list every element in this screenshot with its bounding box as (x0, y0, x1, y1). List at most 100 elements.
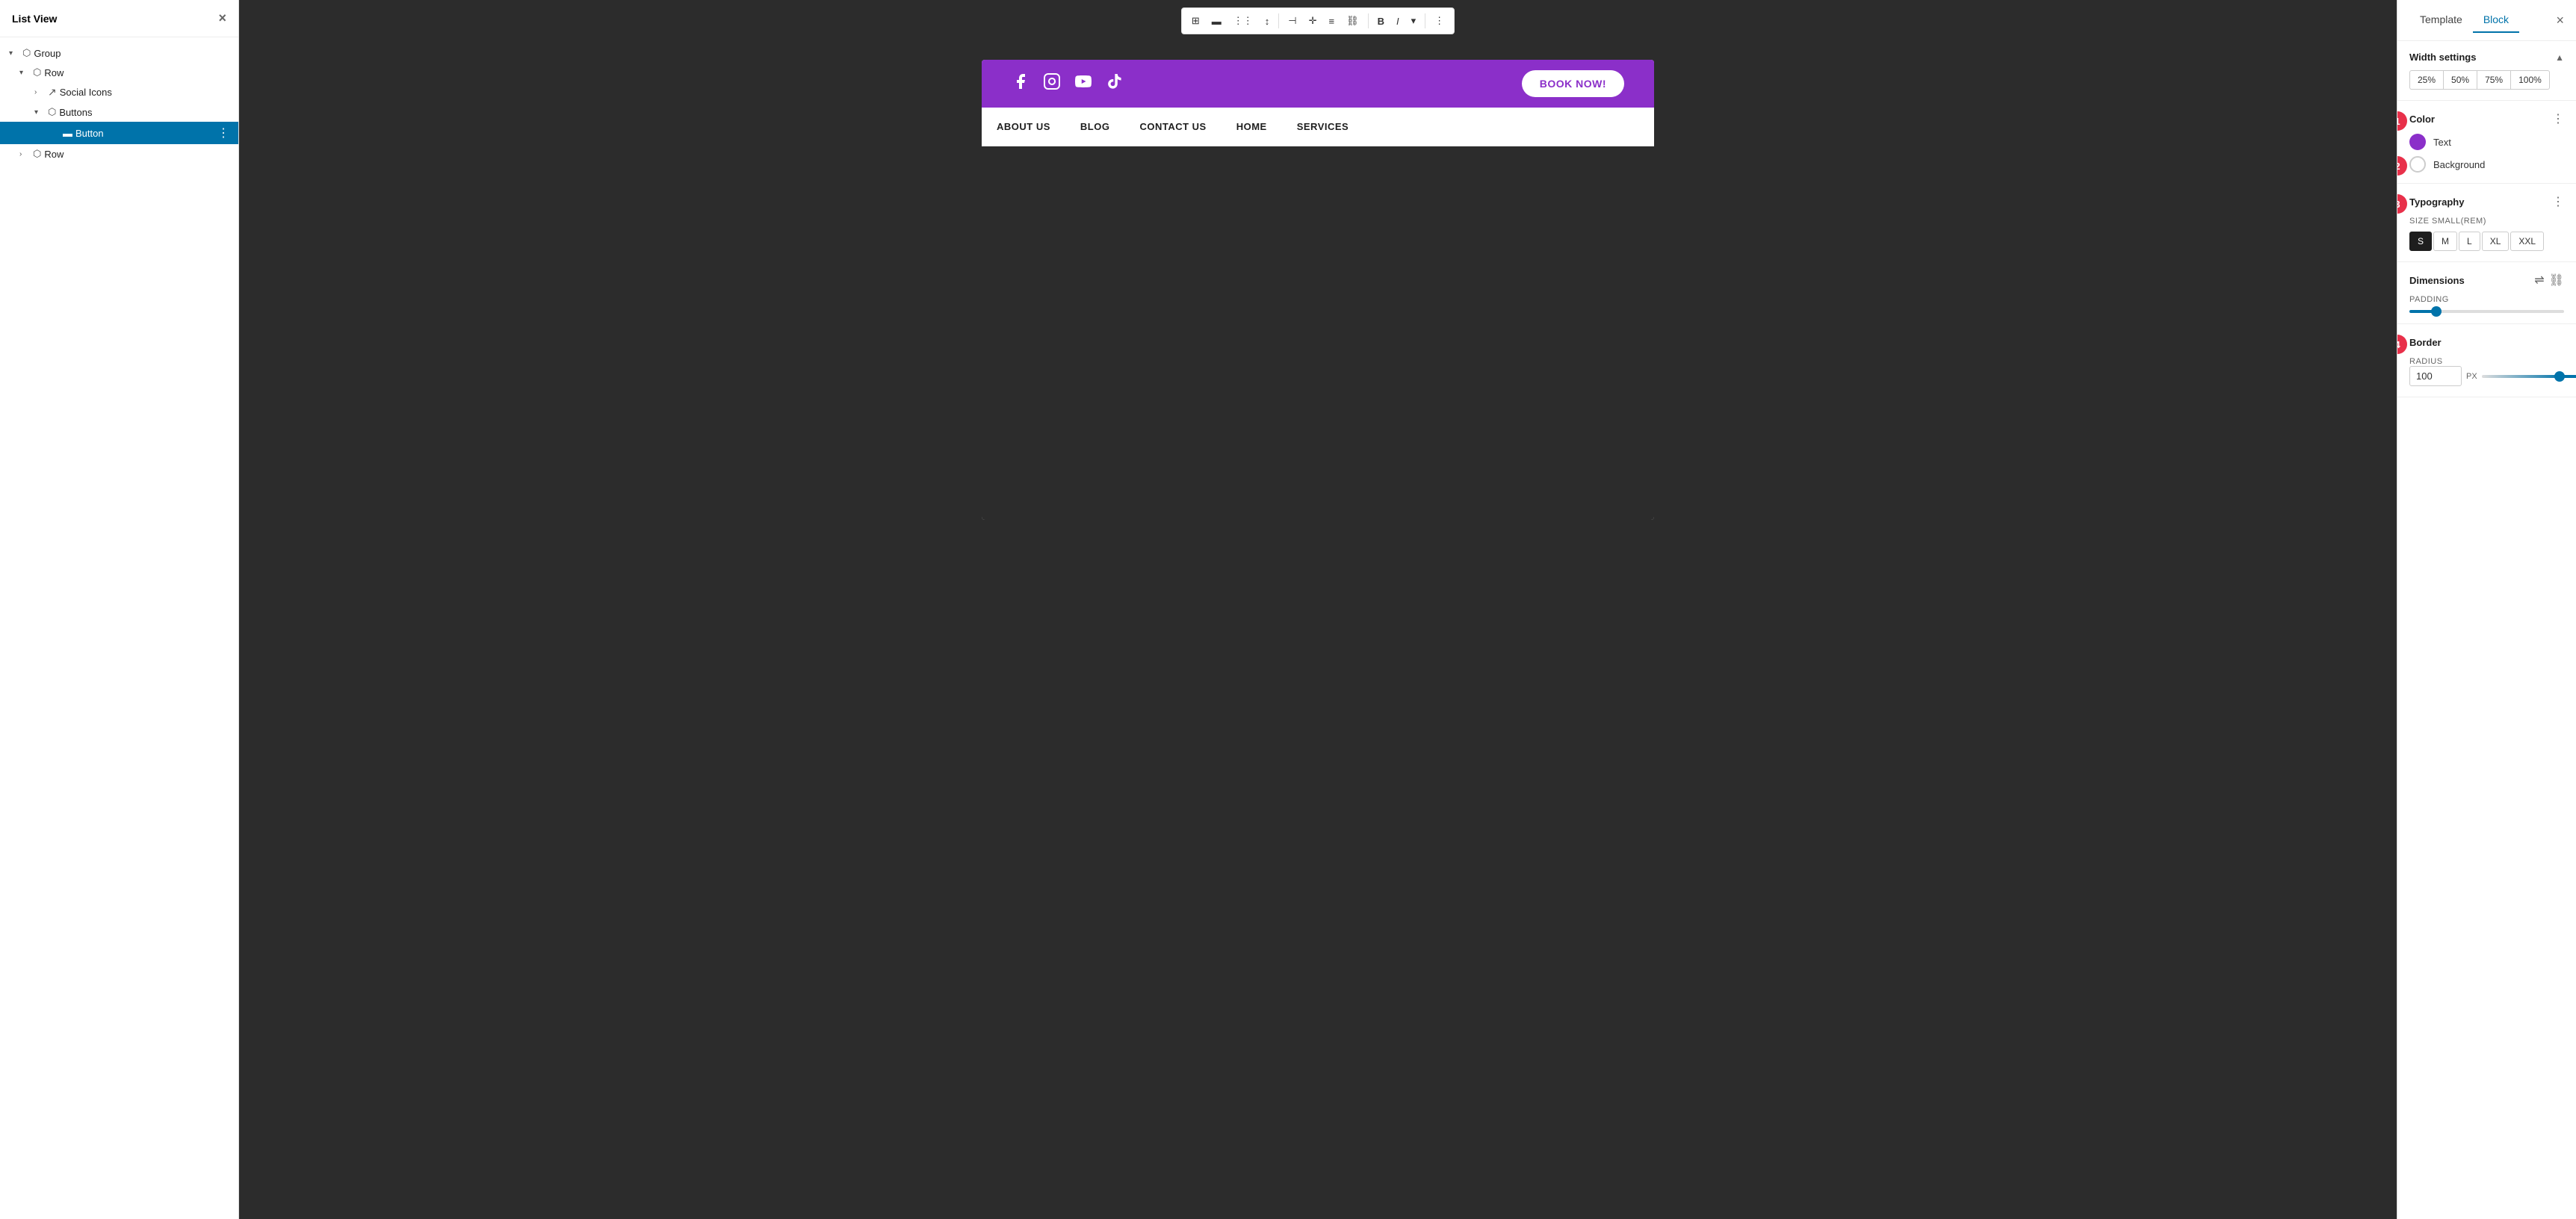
padding-slider-row (2409, 310, 2564, 313)
transform-btn[interactable]: ⊞ (1186, 11, 1205, 31)
row1-label: Row (44, 67, 229, 78)
align-center-btn[interactable]: ✛ (1304, 11, 1322, 31)
tree-item-row1[interactable]: ▾ ⬡ Row (0, 63, 238, 82)
width-buttons: 25% 50% 75% 100% (2409, 70, 2564, 90)
expand-group-arrow[interactable]: ▾ (9, 49, 19, 58)
width-50-btn[interactable]: 50% (2443, 70, 2477, 90)
tree-view: ▾ ⬡ Group ▾ ⬡ Row › ↗ Social Icons ▾ ⬡ B… (0, 37, 238, 1219)
text-edit-btn[interactable]: ▬ (1207, 12, 1227, 31)
tiktok-icon[interactable] (1106, 72, 1124, 95)
expand-row1-arrow[interactable]: ▾ (19, 69, 30, 77)
tab-block[interactable]: Block (2473, 7, 2519, 33)
width-settings-chevron[interactable]: ▲ (2555, 52, 2564, 63)
left-panel: List View × ▾ ⬡ Group ▾ ⬡ Row › ↗ Social… (0, 0, 239, 1219)
width-settings-section: Width settings ▲ 25% 50% 75% 100% (2397, 41, 2576, 101)
drag-btn[interactable]: ⋮⋮ (1228, 11, 1258, 31)
social-icons-label: Social Icons (60, 87, 229, 98)
tree-item-group[interactable]: ▾ ⬡ Group (0, 43, 238, 63)
dimensions-title: Dimensions (2409, 275, 2465, 286)
text-align-btn[interactable]: ≡ (1323, 12, 1340, 31)
size-options: S M L XL XXL (2409, 232, 2564, 251)
list-view-header: List View × (0, 0, 238, 37)
button-icon: ▬ (63, 128, 72, 139)
width-75-btn[interactable]: 75% (2477, 70, 2510, 90)
nav-services[interactable]: SERVICES (1297, 121, 1349, 132)
canvas-area: ⊞ ▬ ⋮⋮ ↕ ⊣ ✛ ≡ ⛓ B I ▾ ⋮ (239, 0, 2397, 1219)
typography-header: Typography ⋮ (2409, 194, 2564, 209)
instagram-icon[interactable] (1043, 72, 1061, 95)
buttons-icon: ⬡ (48, 106, 56, 118)
preview-frame: BOOK NOW! ABOUT US BLOG CONTACT US HOME … (982, 60, 1654, 520)
color-section-header: Color ⋮ (2409, 111, 2564, 126)
typography-menu-btn[interactable]: ⋮ (2552, 194, 2564, 209)
width-100-btn[interactable]: 100% (2510, 70, 2550, 90)
typography-section-wrap: 3 Typography ⋮ SIZE SMALL(REM) S M L XL … (2397, 184, 2576, 262)
tab-template[interactable]: Template (2409, 7, 2473, 33)
button-label: Button (75, 128, 214, 139)
group-label: Group (34, 48, 229, 59)
right-panel-header: Template Block × (2397, 0, 2576, 41)
typography-size-label: SIZE SMALL(REM) (2409, 217, 2564, 226)
arrows-btn[interactable]: ↕ (1260, 12, 1275, 31)
nav-bar: ABOUT US BLOG CONTACT US HOME SERVICES (982, 108, 1654, 146)
width-25-btn[interactable]: 25% (2409, 70, 2443, 90)
dimensions-section: Dimensions ⇌ ⛓ PADDING (2397, 262, 2576, 324)
close-list-view-icon[interactable]: × (218, 10, 226, 26)
book-now-button[interactable]: BOOK NOW! (1522, 70, 1624, 97)
typography-section: Typography ⋮ SIZE SMALL(REM) S M L XL XX… (2397, 184, 2576, 262)
social-icons-icon: ↗ (48, 86, 57, 99)
tree-item-social-icons[interactable]: › ↗ Social Icons (0, 82, 238, 102)
border-section: Border ⋮ RADIUS PX ⛓ (2397, 324, 2576, 397)
nav-contact-us[interactable]: CONTACT US (1139, 121, 1206, 132)
text-color-swatch[interactable] (2409, 134, 2426, 150)
youtube-icon[interactable] (1074, 72, 1092, 95)
width-settings-title: Width settings (2409, 52, 2476, 63)
border-section-wrap: 4 Border ⋮ RADIUS PX ⛓ (2397, 324, 2576, 397)
radius-unit: PX (2466, 372, 2477, 381)
size-m-btn[interactable]: M (2433, 232, 2457, 251)
social-icons-row (1012, 72, 1124, 95)
group-icon: ⬡ (22, 47, 31, 59)
format-dropdown-btn[interactable]: ▾ (1406, 11, 1422, 31)
italic-btn[interactable]: I (1391, 12, 1405, 31)
nav-about-us[interactable]: ABOUT US (997, 121, 1050, 132)
row2-label: Row (44, 149, 229, 160)
nav-blog[interactable]: BLOG (1080, 121, 1110, 132)
more-options-btn[interactable]: ⋮ (1429, 11, 1449, 31)
dimensions-sliders-btn[interactable]: ⇌ (2534, 273, 2544, 288)
color-section-wrap: 1 Color ⋮ Text 2 Background (2397, 101, 2576, 184)
purple-bar: BOOK NOW! (982, 60, 1654, 108)
facebook-icon[interactable] (1012, 72, 1030, 95)
list-view-title: List View (12, 13, 57, 25)
expand-buttons-arrow[interactable]: ▾ (34, 108, 45, 117)
close-right-panel-btn[interactable]: × (2556, 13, 2564, 28)
right-panel: Template Block × Width settings ▲ 25% 50… (2397, 0, 2576, 1219)
expand-social-arrow[interactable]: › (34, 88, 45, 96)
size-s-btn[interactable]: S (2409, 232, 2432, 251)
preview-dark-canvas (982, 146, 1654, 520)
size-l-btn[interactable]: L (2459, 232, 2480, 251)
background-color-swatch[interactable] (2409, 156, 2426, 173)
dimensions-link-btn[interactable]: ⛓ (2549, 273, 2564, 288)
color-section-menu-btn[interactable]: ⋮ (2552, 111, 2564, 126)
radius-input-row: PX ⛓ (2409, 366, 2576, 386)
background-color-outer: 2 Background (2409, 156, 2564, 173)
typography-title: Typography (2409, 196, 2464, 208)
radius-input[interactable] (2409, 366, 2462, 386)
radius-slider[interactable] (2482, 375, 2576, 378)
tree-item-row2[interactable]: › ⬡ Row (0, 144, 238, 164)
expand-row2-arrow[interactable]: › (19, 150, 30, 158)
padding-slider[interactable] (2409, 310, 2564, 313)
nav-home[interactable]: HOME (1236, 121, 1267, 132)
tree-item-button[interactable]: › ▬ Button ⋮ (0, 122, 238, 144)
buttons-label: Buttons (59, 107, 229, 118)
row2-icon: ⬡ (33, 148, 41, 160)
button-menu-icon[interactable]: ⋮ (217, 125, 229, 140)
align-left-btn[interactable]: ⊣ (1283, 11, 1301, 31)
size-xxl-btn[interactable]: XXL (2510, 232, 2544, 251)
size-xl-btn[interactable]: XL (2482, 232, 2510, 251)
background-color-label: Background (2433, 159, 2485, 170)
link-btn[interactable]: ⛓ (1341, 11, 1364, 31)
bold-btn[interactable]: B (1372, 12, 1390, 31)
tree-item-buttons[interactable]: ▾ ⬡ Buttons (0, 102, 238, 122)
